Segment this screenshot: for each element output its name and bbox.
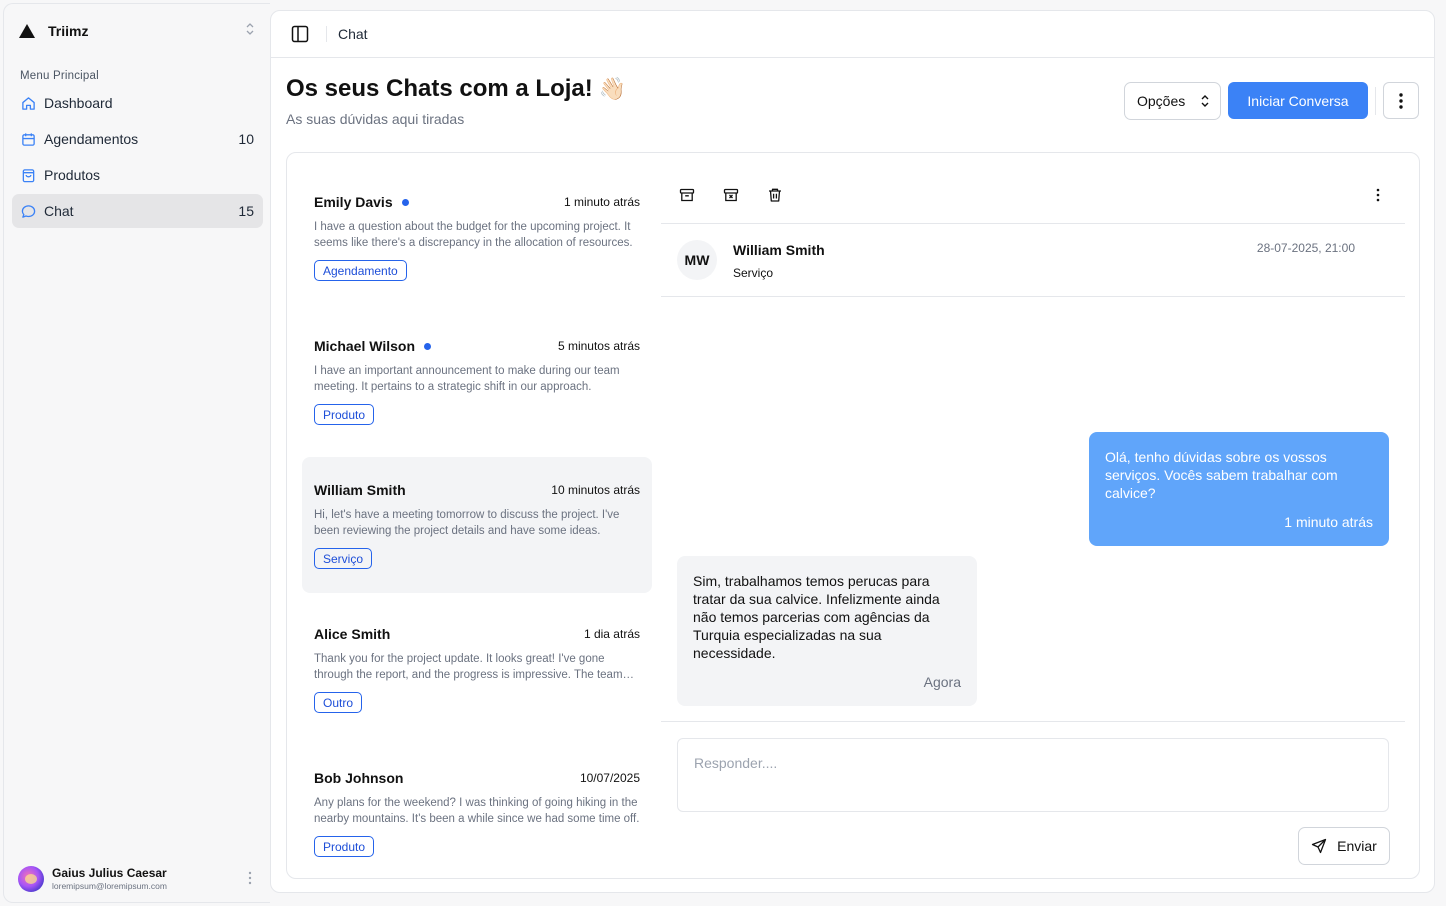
divider <box>326 26 327 42</box>
conversation-time: 10 minutos atrás <box>551 483 640 497</box>
conversation-time: 10/07/2025 <box>579 771 640 785</box>
conversation-item[interactable]: Alice Smith 1 dia atrás Thank you for th… <box>302 601 652 737</box>
conversation-tag: Outro <box>314 692 363 713</box>
archive-icon[interactable] <box>678 186 696 204</box>
sidebar-item-dashboard[interactable]: Dashboard <box>12 86 263 120</box>
conversation-time: 1 dia atrás <box>583 627 640 641</box>
breadcrumb: Chat <box>338 26 368 42</box>
sidebar-item-agendamentos[interactable]: Agendamentos 10 <box>12 122 263 156</box>
sidebar-item-count: 10 <box>238 131 254 147</box>
chevrons-up-down-icon <box>246 23 254 37</box>
conversation-tag: Serviço <box>314 548 373 569</box>
calendar-icon <box>20 131 36 147</box>
main-panel: Chat Os seus Chats com a Loja! 👋🏻 As sua… <box>270 10 1435 893</box>
conversation-name-wrap: Michael Wilson <box>314 338 432 354</box>
conversation-tag: Produto <box>314 836 375 857</box>
sidebar-item-produtos[interactable]: Produtos <box>12 158 263 192</box>
conversation-item[interactable]: Emily Davis 1 minuto atrás I have a ques… <box>302 169 652 305</box>
sidebar-item-label: Chat <box>44 203 74 219</box>
avatar <box>18 866 44 892</box>
thread-type: Serviço <box>733 266 774 280</box>
conversation-name: William Smith <box>314 482 406 498</box>
conversation-preview: I have an important announcement to make… <box>314 365 620 393</box>
sidebar-item-chat[interactable]: Chat 15 <box>12 194 263 228</box>
conversation-tag: Produto <box>314 404 375 425</box>
conversation-item[interactable]: Bob Johnson 10/07/2025 Any plans for the… <box>302 745 652 881</box>
message-time: Agora <box>923 674 961 690</box>
page-subtitle: As suas dúvidas aqui tiradas <box>286 111 465 127</box>
thread-date: 28-07-2025, 21:00 <box>1256 241 1355 255</box>
send-icon <box>1312 838 1327 854</box>
message-outgoing: Olá, tenho dúvidas sobre os vossos servi… <box>1089 432 1389 546</box>
workspace-switcher[interactable]: Triimz <box>18 17 258 45</box>
unread-dot <box>401 198 409 206</box>
conversation-tag: Agendamento <box>314 260 407 281</box>
conversation-name: Emily Davis <box>314 194 393 210</box>
message-incoming: Sim, trabalhamos temos perucas para trat… <box>677 556 977 706</box>
thread-contact-name: William Smith <box>733 242 825 258</box>
chat-icon <box>20 203 36 219</box>
more-vertical-icon <box>1399 92 1403 109</box>
conversation-name: Michael Wilson <box>314 338 416 354</box>
conversation-name: Bob Johnson <box>314 770 404 786</box>
thread-header: MW William Smith Serviço 28-07-2025, 21:… <box>661 225 1405 297</box>
conversation-preview: Hi, let's have a meeting tomorrow to dis… <box>314 509 620 537</box>
topbar: Chat <box>271 11 1434 58</box>
trash-icon[interactable] <box>766 186 784 204</box>
conversation-name-wrap: Bob Johnson <box>314 770 403 786</box>
message-text: Sim, trabalhamos temos perucas para trat… <box>693 573 940 661</box>
avatar: MW <box>677 240 717 280</box>
sidebar-toggle-icon[interactable] <box>290 24 310 44</box>
divider <box>661 721 1405 722</box>
menu-section-label: Menu Principal <box>20 70 99 82</box>
message-text: Olá, tenho dúvidas sobre os vossos servi… <box>1105 449 1338 501</box>
send-label: Enviar <box>1337 838 1377 854</box>
conversation-preview: Any plans for the weekend? I was thinkin… <box>314 797 640 825</box>
conversation-name-wrap: Alice Smith <box>314 626 390 642</box>
sidebar-item-label: Dashboard <box>44 95 113 111</box>
thread-toolbar <box>661 169 1405 224</box>
message-time: 1 minuto atrás <box>1284 514 1373 530</box>
sidebar-item-count: 15 <box>238 203 254 219</box>
logo-icon <box>18 22 36 40</box>
options-select[interactable]: Opções <box>1124 82 1221 120</box>
main-nav: Dashboard Agendamentos 10 Produtos Chat … <box>12 86 263 230</box>
sidebar: Triimz Menu Principal Dashboard Agendame… <box>3 3 270 903</box>
conversation-preview: Thank you for the project update. It loo… <box>314 653 623 681</box>
more-vertical-icon[interactable] <box>248 871 252 885</box>
chat-card: Emily Davis 1 minuto atrás I have a ques… <box>286 152 1420 879</box>
conversation-item-selected[interactable]: William Smith 10 minutos atrás Hi, let's… <box>302 457 652 593</box>
conversation-thread: MW William Smith Serviço 28-07-2025, 21:… <box>661 169 1405 869</box>
more-options-button[interactable] <box>1383 82 1419 119</box>
sidebar-item-label: Produtos <box>44 167 101 183</box>
app-name: Triimz <box>48 23 89 39</box>
chevrons-up-down-icon <box>1200 94 1210 111</box>
user-email: loremipsum@loremipsum.com <box>52 881 167 891</box>
conversation-list: Emily Davis 1 minuto atrás I have a ques… <box>302 169 652 889</box>
options-label: Opções <box>1137 93 1186 109</box>
archive-x-icon[interactable] <box>722 186 740 204</box>
send-button[interactable]: Enviar <box>1298 827 1390 865</box>
conversation-item[interactable]: Michael Wilson 5 minutos atrás I have an… <box>302 313 652 449</box>
start-conversation-button[interactable]: Iniciar Conversa <box>1228 82 1368 119</box>
conversation-name-wrap: Emily Davis <box>314 194 409 210</box>
conversation-name: Alice Smith <box>314 626 391 642</box>
sidebar-item-label: Agendamentos <box>44 131 139 147</box>
conversation-time: 1 minuto atrás <box>563 195 640 209</box>
page-title: Os seus Chats com a Loja! 👋🏻 <box>286 75 626 103</box>
conversation-preview: I have a question about the budget for t… <box>314 221 633 249</box>
divider <box>1375 87 1376 115</box>
page-title-text: Os seus Chats com a Loja! <box>286 75 593 102</box>
user-profile[interactable]: Gaius Julius Caesar loremipsum@loremipsu… <box>18 862 258 896</box>
conversation-name-wrap: William Smith <box>314 482 406 498</box>
conversation-time: 5 minutos atrás <box>557 339 640 353</box>
waving-hand-icon: 👋🏻 <box>598 76 627 101</box>
shopping-bag-icon <box>20 167 36 183</box>
more-vertical-icon[interactable] <box>1369 186 1387 204</box>
reply-input[interactable] <box>677 738 1389 812</box>
home-icon <box>20 95 36 111</box>
user-name: Gaius Julius Caesar <box>52 866 167 880</box>
unread-dot <box>424 342 432 350</box>
